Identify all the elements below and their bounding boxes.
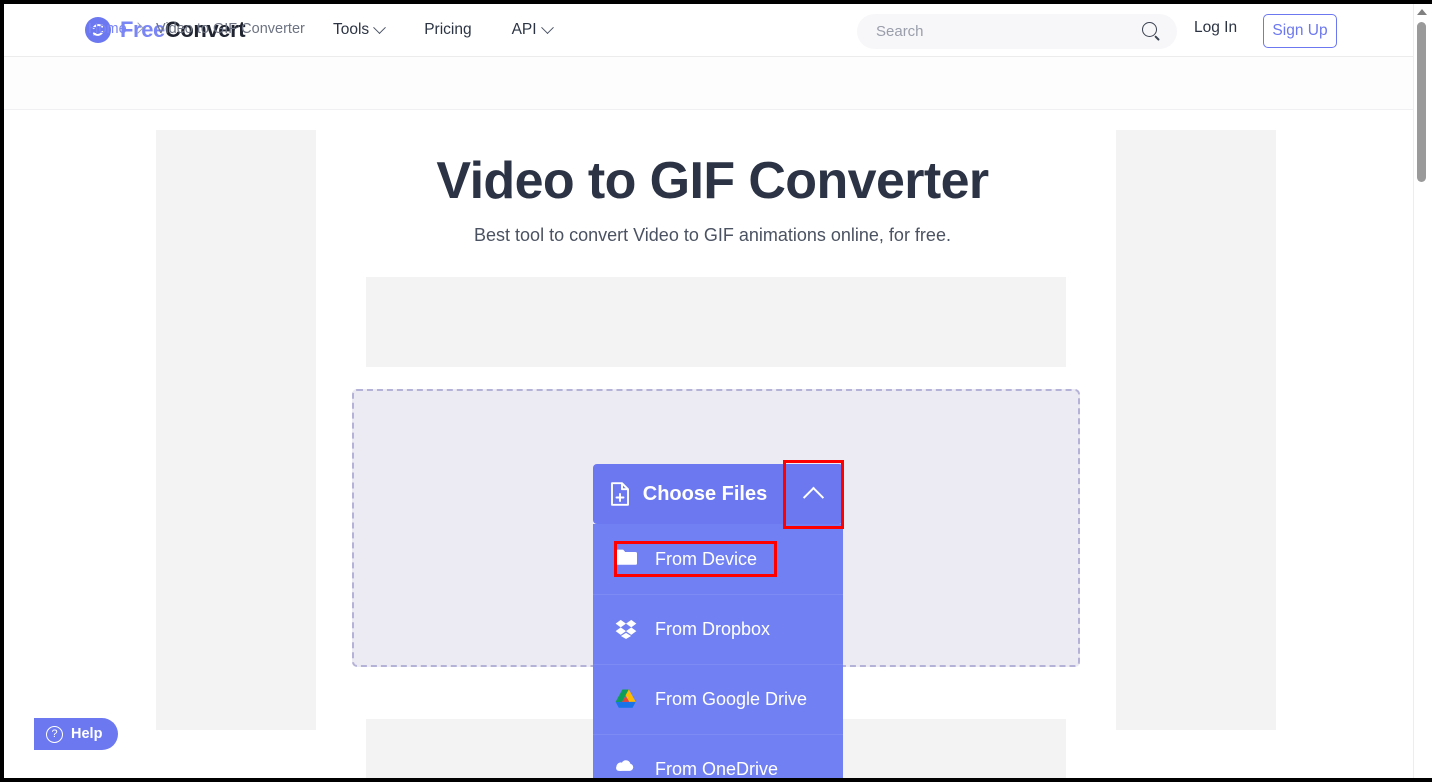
- help-widget-button[interactable]: ? Help: [34, 718, 119, 750]
- page-title: Video to GIF Converter: [436, 152, 989, 210]
- scrollbar-up-arrow-icon[interactable]: [1417, 9, 1427, 15]
- ad-placeholder-left: [156, 130, 316, 730]
- menu-item-from-device[interactable]: From Device: [593, 524, 843, 594]
- nav-item-api[interactable]: API: [492, 4, 572, 56]
- nav-label-api: API: [511, 21, 537, 38]
- menu-label-from-dropbox: From Dropbox: [655, 619, 771, 639]
- menu-item-from-onedrive[interactable]: From OneDrive: [593, 734, 843, 778]
- page-subtitle: Best tool to convert Video to GIF animat…: [474, 225, 951, 245]
- choose-files-dropdown-menu: From Device From Dropbox From Google Dri…: [593, 524, 843, 778]
- choose-files-group: Choose Files From Device From Dropbox Fr…: [593, 464, 843, 778]
- chevron-down-icon: [373, 20, 387, 34]
- chevron-up-icon: [802, 486, 825, 508]
- menu-item-from-google-drive[interactable]: From Google Drive: [593, 664, 843, 734]
- choose-files-dropdown-toggle[interactable]: [784, 464, 843, 524]
- window-frame-bottom: [0, 778, 1432, 782]
- folder-icon: [615, 548, 637, 570]
- ad-placeholder-right: [1116, 130, 1276, 730]
- search-container: [857, 14, 1177, 49]
- ad-placeholder-top: [366, 277, 1066, 367]
- breadcrumb: [4, 57, 1421, 110]
- breadcrumb-home-link[interactable]: Home: [88, 21, 127, 37]
- signup-button[interactable]: Sign Up: [1263, 14, 1337, 48]
- scrollbar-thumb[interactable]: [1417, 22, 1426, 182]
- nav-label-pricing: Pricing: [424, 21, 472, 38]
- menu-label-from-google-drive: From Google Drive: [655, 689, 808, 709]
- nav-item-tools[interactable]: Tools: [313, 4, 404, 56]
- choose-files-row: Choose Files: [593, 464, 843, 524]
- browser-window: FreeConvert Tools Pricing API Log In Sig…: [0, 0, 1432, 782]
- page-content: FreeConvert Tools Pricing API Log In Sig…: [4, 4, 1421, 778]
- window-frame-top: [0, 0, 1432, 4]
- choose-files-button[interactable]: Choose Files: [593, 464, 784, 524]
- choose-files-label: Choose Files: [642, 482, 768, 505]
- onedrive-cloud-icon: [615, 759, 637, 779]
- dropbox-icon: [615, 619, 637, 641]
- menu-item-from-dropbox[interactable]: From Dropbox: [593, 594, 843, 664]
- login-button[interactable]: Log In: [1194, 19, 1237, 37]
- search-input[interactable]: [857, 15, 1117, 48]
- chevron-down-icon: [540, 20, 554, 34]
- breadcrumb-divider: [4, 109, 1421, 110]
- google-drive-icon: [615, 689, 637, 711]
- breadcrumb-current: Video to GIF Converter: [156, 21, 305, 37]
- nav-label-tools: Tools: [333, 21, 370, 38]
- help-widget-label: Help: [71, 726, 103, 742]
- file-plus-icon: [610, 482, 630, 506]
- menu-label-from-device: From Device: [655, 548, 758, 569]
- nav-item-pricing[interactable]: Pricing: [404, 4, 491, 56]
- vertical-scrollbar[interactable]: [1413, 4, 1428, 778]
- window-frame-left: [0, 0, 4, 782]
- main-navigation: Tools Pricing API: [313, 4, 572, 56]
- menu-label-from-onedrive: From OneDrive: [655, 759, 779, 778]
- search-icon[interactable]: [1142, 22, 1161, 41]
- question-circle-icon: ?: [46, 725, 63, 743]
